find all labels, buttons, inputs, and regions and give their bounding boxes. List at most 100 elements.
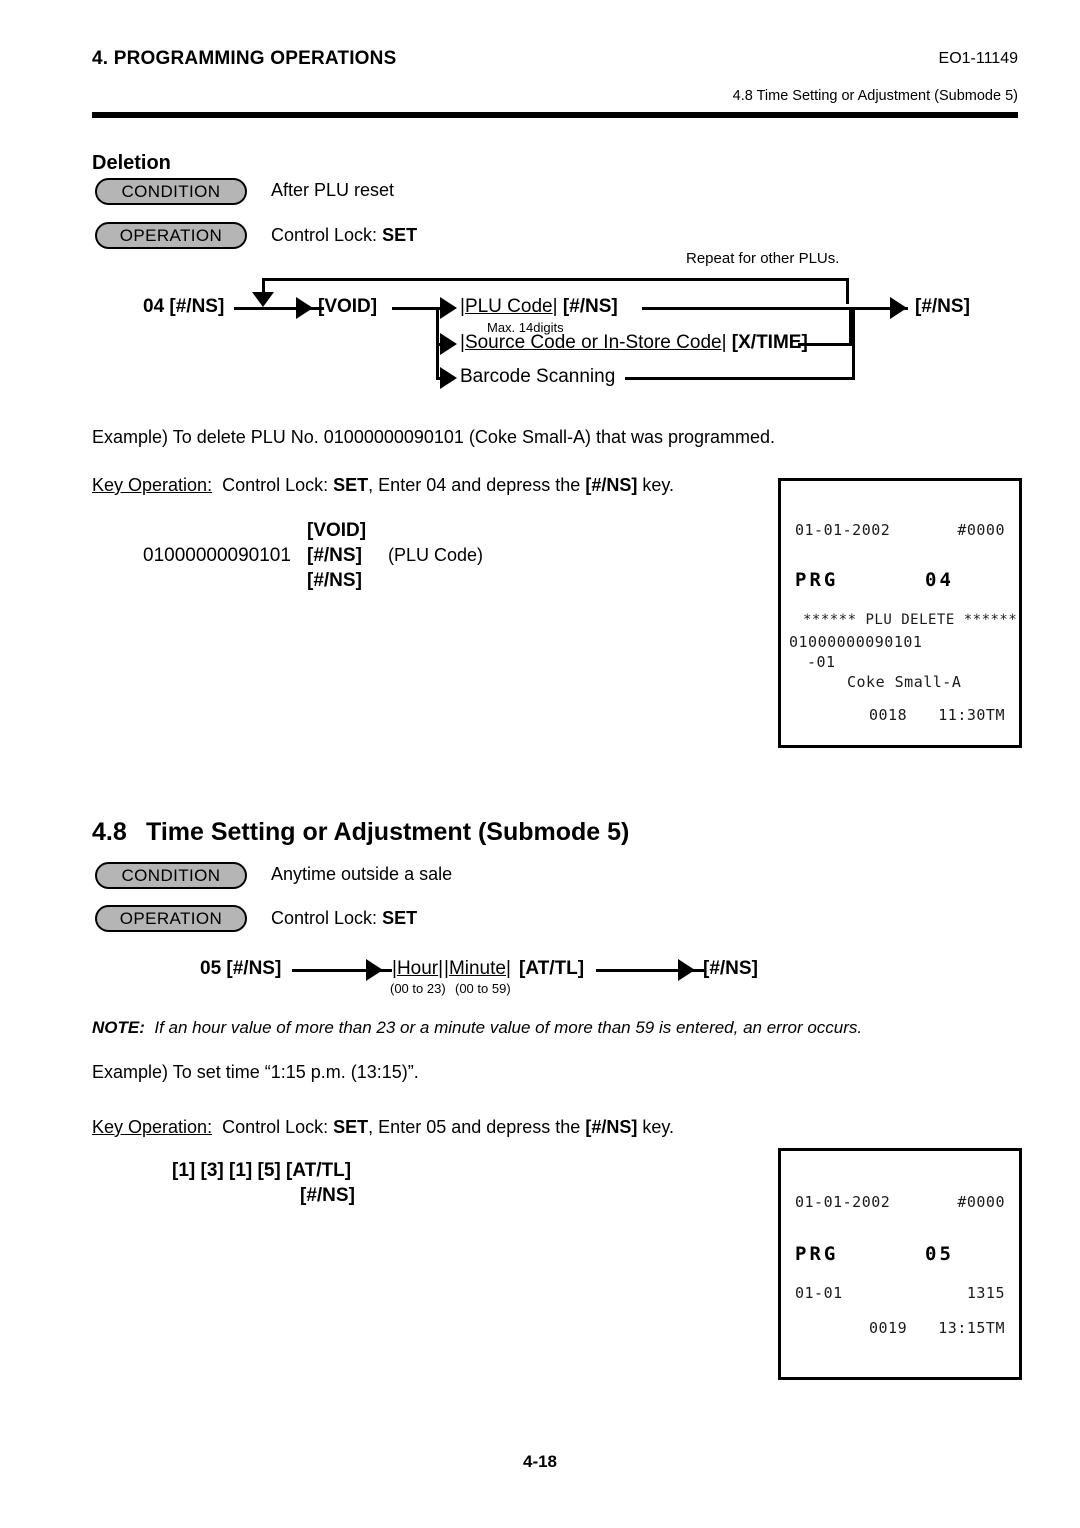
flow-branch3-join-vline <box>852 307 855 379</box>
receipt2-mode: PRG <box>795 1243 839 1265</box>
receipt1-plu-name: Coke Small-A <box>847 673 962 691</box>
receipt1-title: ****** PLU DELETE ****** <box>803 612 1018 628</box>
section48-key-op-c: , Enter 05 and depress the <box>368 1117 586 1137</box>
flow-start-key: 04 [#/NS] <box>143 296 225 317</box>
deletion-example-text: Example) To delete PLU No. 0100000009010… <box>92 427 776 447</box>
receipt2-consecutive: 0019 <box>869 1319 908 1337</box>
section48-operation-value: SET <box>382 908 418 928</box>
deletion-heading: Deletion <box>92 152 171 174</box>
section48-key-op-a: Control Lock: <box>222 1117 334 1137</box>
flow-branch2-key: [X/TIME] <box>731 332 808 353</box>
time-flow-minute-range: (00 to 59) <box>455 981 511 996</box>
flow-loop-top-hline <box>262 278 849 281</box>
deletion-key-op-a: Control Lock: <box>222 475 334 495</box>
receipt-time-setting: 01-01-2002 #0000 PRG 05 01-01 1315 0019 … <box>778 1148 1022 1380</box>
header-divider <box>92 112 1018 118</box>
receipt1-date: 01-01-2002 <box>795 521 891 539</box>
flow-branch2-field: Source Code or In-Store Code <box>464 332 722 353</box>
section-4-8-number: 4.8 <box>92 818 127 846</box>
time-flow-minute-close: | <box>505 958 511 979</box>
flow-repeat-note: Repeat for other PLUs. <box>686 250 840 267</box>
page-header-doc-code: EO1-11149 <box>938 50 1018 67</box>
time-flow-minute: |Minute| <box>444 958 511 980</box>
flow-loop-right-vline <box>846 278 849 304</box>
flow-branch1-close-delim: | <box>552 296 558 317</box>
time-flow-end-key: [#/NS] <box>703 958 758 979</box>
section48-key-op-d: [#/NS] <box>585 1117 638 1137</box>
deletion-condition-text: After PLU reset <box>271 180 395 200</box>
section48-key-operation-line: Key Operation: Control Lock: SET, Enter … <box>92 1117 674 1138</box>
receipt2-time: 13:15TM <box>938 1319 1005 1337</box>
receipt1-time: 11:30TM <box>938 706 1005 724</box>
section48-condition-text: Anytime outside a sale <box>271 864 453 884</box>
flow-branch2-source-code: |Source Code or In-Store Code| [X/TIME] <box>460 332 808 354</box>
receipt1-consecutive: 0018 <box>869 706 908 724</box>
deletion-keys-line2-key: [#/NS] <box>307 545 362 566</box>
deletion-operation-text: Control Lock: SET <box>271 225 417 246</box>
section48-example-text: Example) To set time “1:15 p.m. (13:15)”… <box>92 1062 419 1082</box>
deletion-keys-line2-code: 01000000090101 <box>143 545 291 566</box>
deletion-keys-line3: [#/NS] <box>307 570 362 591</box>
flow-branch1-line <box>642 307 850 310</box>
flow-branch1-plu-code: |PLU Code| [#/NS] <box>460 296 618 318</box>
section48-operation-label: OPERATION <box>119 908 223 928</box>
deletion-key-operation-label: Key Operation: <box>92 475 213 495</box>
manual-page: 4. PROGRAMMING OPERATIONS EO1-11149 4.8 … <box>0 0 1080 1528</box>
flow-branch1-key: [#/NS] <box>562 296 618 317</box>
receipt1-counter: #0000 <box>957 521 1005 539</box>
deletion-operation-value: SET <box>382 225 418 245</box>
flow-branch2-arrowhead <box>440 333 457 355</box>
section48-operation-text: Control Lock: SET <box>271 908 417 929</box>
section48-keys-line2: [#/NS] <box>300 1185 355 1206</box>
deletion-operation-prefix: Control Lock: <box>271 225 383 245</box>
receipt2-set-date: 01-01 <box>795 1284 843 1302</box>
receipt1-submode: 04 <box>925 569 954 591</box>
receipt1-mode: PRG <box>795 569 839 591</box>
deletion-key-op-c: , Enter 04 and depress the <box>368 475 586 495</box>
deletion-keys-line1: [VOID] <box>307 520 367 541</box>
receipt1-plu-code: 01000000090101 <box>789 633 923 651</box>
receipt-plu-delete: 01-01-2002 #0000 PRG 04 ****** PLU DELET… <box>778 478 1022 748</box>
flow-branch3-line <box>625 377 855 380</box>
deletion-condition-pill: CONDITION <box>95 178 247 205</box>
flow-branch1-field: PLU Code <box>464 296 553 317</box>
flow-line-void-to-bus <box>392 307 438 310</box>
receipt2-counter: #0000 <box>957 1193 1005 1211</box>
section48-keys-line1: [1] [3] [1] [5] [AT/TL] <box>172 1160 352 1181</box>
receipt2-submode: 05 <box>925 1243 954 1265</box>
flow-branch1-arrowhead <box>440 297 457 319</box>
deletion-key-operation-line: Key Operation: Control Lock: SET, Enter … <box>92 475 674 496</box>
page-header-section-ref: 4.8 Time Setting or Adjustment (Submode … <box>732 88 1018 104</box>
page-number: 4-18 <box>522 1452 558 1471</box>
receipt2-set-time: 1315 <box>966 1284 1005 1302</box>
time-flow-hour: |Hour| <box>392 958 443 980</box>
flow-arrow-to-void <box>296 297 313 319</box>
deletion-operation-pill: OPERATION <box>95 222 247 249</box>
deletion-operation-label: OPERATION <box>119 225 223 245</box>
page-header-chapter: 4. PROGRAMMING OPERATIONS <box>92 48 397 69</box>
section48-key-op-b: SET <box>333 1117 369 1137</box>
section48-operation-pill: OPERATION <box>95 905 247 932</box>
time-flow-hour-field: Hour <box>396 958 439 979</box>
section48-note-text: If an hour value of more than 23 or a mi… <box>154 1018 863 1037</box>
section48-key-operation-label: Key Operation: <box>92 1117 213 1137</box>
time-flow-minute-field: Minute <box>448 958 506 979</box>
section48-condition-label: CONDITION <box>121 865 221 885</box>
flow-void-key: [VOID] <box>318 296 378 317</box>
flow-end-arrowhead <box>890 297 907 319</box>
receipt2-date: 01-01-2002 <box>795 1193 891 1211</box>
section48-key-op-e: key. <box>637 1117 675 1137</box>
section48-condition-pill: CONDITION <box>95 862 247 889</box>
deletion-condition-label: CONDITION <box>121 181 221 201</box>
flow-branch3-arrowhead <box>440 367 457 389</box>
section-4-8-title: Time Setting or Adjustment (Submode 5) <box>146 818 630 846</box>
flow-branch3-barcode: Barcode Scanning <box>460 366 616 387</box>
deletion-key-op-b: SET <box>333 475 369 495</box>
flow-branch2-line <box>798 343 852 346</box>
time-flow-hour-close: | <box>438 958 444 979</box>
flow-loop-down-arrowhead <box>252 292 274 307</box>
flow-branch2-close-delim: | <box>721 332 727 353</box>
time-flow-fields <box>364 958 375 980</box>
section48-operation-prefix: Control Lock: <box>271 908 383 928</box>
time-flow-arrow2 <box>678 959 695 981</box>
